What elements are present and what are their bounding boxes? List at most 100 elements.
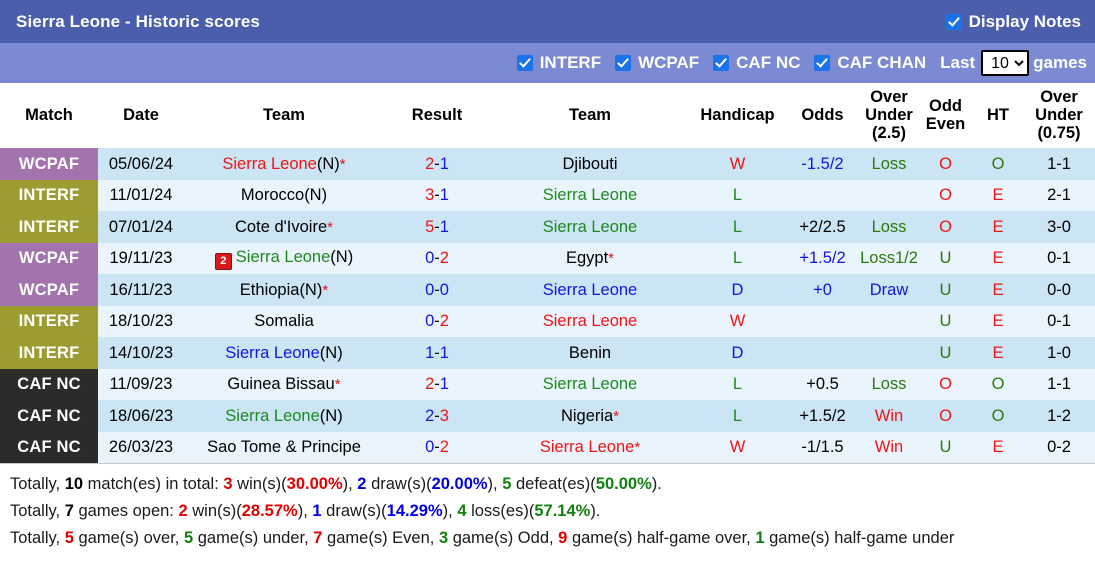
result-score[interactable]: 5-1 xyxy=(384,211,490,243)
col-match[interactable]: Match xyxy=(0,83,98,149)
filter-wcpaf[interactable]: WCPAF xyxy=(615,53,699,73)
col-date[interactable]: Date xyxy=(98,83,184,149)
wcpaf-checkbox[interactable] xyxy=(615,55,632,71)
col-odd-even[interactable]: Odd Even xyxy=(918,83,973,149)
table-row[interactable]: CAF NC 11/09/23 Guinea Bissau* 2-1 Sierra Le… xyxy=(0,368,1095,401)
result-score[interactable]: 3-1 xyxy=(384,179,490,212)
home-team-name[interactable]: Sierra Leone xyxy=(236,248,330,266)
competition-badge[interactable]: CAF NC xyxy=(0,400,98,432)
result-score[interactable]: 0-2 xyxy=(384,431,490,464)
home-team-cell[interactable]: Sierra Leone(N) xyxy=(184,400,384,432)
away-team-cell[interactable]: Djibouti xyxy=(490,148,690,180)
away-team-name[interactable]: Sierra Leone xyxy=(540,438,634,456)
handicap-value xyxy=(785,305,860,338)
competition-badge[interactable]: INTERF xyxy=(0,305,98,338)
result-score[interactable]: 0-0 xyxy=(384,274,490,306)
caf-chan-checkbox[interactable] xyxy=(814,55,831,71)
home-team-name[interactable]: Sao Tome & Principe xyxy=(207,438,361,456)
col-team-home[interactable]: Team xyxy=(184,83,384,149)
result-score[interactable]: 0-2 xyxy=(384,305,490,338)
away-team-cell[interactable]: Sierra Leone xyxy=(490,211,690,243)
table-row[interactable]: WCPAF 16/11/23 Ethiopia(N)* 0-0 Sierra Leone… xyxy=(0,274,1095,306)
home-team-name[interactable]: Guinea Bissau xyxy=(227,375,334,393)
home-team-cell[interactable]: Guinea Bissau* xyxy=(184,368,384,401)
away-team-name[interactable]: Sierra Leone xyxy=(543,281,637,299)
result-score[interactable]: 2-1 xyxy=(384,148,490,180)
away-team-cell[interactable]: Sierra Leone xyxy=(490,368,690,401)
home-team-cell[interactable]: Ethiopia(N)* xyxy=(184,274,384,306)
home-team-cell[interactable]: Morocco(N) xyxy=(184,179,384,212)
table-row[interactable]: CAF NC 26/03/23 Sao Tome & Principe 0-2 Sier… xyxy=(0,431,1095,464)
table-row[interactable]: CAF NC 18/06/23 Sierra Leone(N) 2-3 Nigeria*… xyxy=(0,400,1095,432)
s3-odd: 3 xyxy=(438,528,449,547)
win-loss-draw: L xyxy=(690,179,785,212)
away-team-cell[interactable]: Sierra Leone xyxy=(490,274,690,306)
home-team-name[interactable]: Morocco xyxy=(241,186,304,204)
result-score[interactable]: 2-1 xyxy=(384,368,490,401)
away-team-name[interactable]: Benin xyxy=(569,344,611,362)
s1-t8: ). xyxy=(651,475,662,494)
result-score[interactable]: 0-2 xyxy=(384,242,490,275)
display-notes-checkbox[interactable] xyxy=(945,13,962,30)
competition-badge[interactable]: WCPAF xyxy=(0,274,98,306)
away-team-cell[interactable]: Sierra Leone* xyxy=(490,431,690,464)
home-team-cell[interactable]: 2 Sierra Leone(N) xyxy=(184,242,384,275)
away-team-name[interactable]: Sierra Leone xyxy=(543,375,637,393)
away-team-name[interactable]: Djibouti xyxy=(562,155,617,173)
s1-t1: Totally, xyxy=(10,475,65,494)
competition-badge[interactable]: INTERF xyxy=(0,337,98,369)
competition-badge[interactable]: CAF NC xyxy=(0,431,98,464)
table-row[interactable]: INTERF 11/01/24 Morocco(N) 3-1 Sierra Leone L… xyxy=(0,179,1095,212)
away-team-cell[interactable]: Sierra Leone xyxy=(490,305,690,338)
home-team-name[interactable]: Sierra Leone xyxy=(225,344,319,362)
competition-badge[interactable]: INTERF xyxy=(0,211,98,243)
home-team-name[interactable]: Sierra Leone xyxy=(222,155,316,173)
table-row[interactable]: INTERF 07/01/24 Cote d'Ivoire* 5-1 Sierra Le… xyxy=(0,211,1095,243)
home-team-name[interactable]: Sierra Leone xyxy=(225,407,319,425)
away-team-cell[interactable]: Egypt* xyxy=(490,242,690,275)
odd-even-value: E xyxy=(973,305,1023,338)
home-team-cell[interactable]: Somalia xyxy=(184,305,384,338)
col-ht[interactable]: HT xyxy=(973,83,1023,149)
competition-badge[interactable]: INTERF xyxy=(0,179,98,212)
col-over-under-25[interactable]: Over Under (2.5) xyxy=(860,83,918,149)
col-odds[interactable]: Odds xyxy=(785,83,860,149)
display-notes-control[interactable]: Display Notes xyxy=(945,12,1081,32)
col-result[interactable]: Result xyxy=(384,83,490,149)
col-team-away[interactable]: Team xyxy=(490,83,690,149)
home-team-cell[interactable]: Cote d'Ivoire* xyxy=(184,211,384,243)
caf-nc-checkbox[interactable] xyxy=(713,55,730,71)
games-count-select[interactable]: 5102030 xyxy=(981,50,1030,76)
competition-badge[interactable]: WCPAF xyxy=(0,148,98,180)
home-team-cell[interactable]: Sao Tome & Principe xyxy=(184,431,384,464)
filter-caf-nc[interactable]: CAF NC xyxy=(713,53,800,73)
result-score[interactable]: 2-3 xyxy=(384,400,490,432)
col-handicap[interactable]: Handicap xyxy=(690,83,785,149)
home-team-cell[interactable]: Sierra Leone(N)* xyxy=(184,148,384,180)
filter-interf[interactable]: INTERF xyxy=(516,53,601,73)
away-team-name[interactable]: Egypt xyxy=(566,249,608,267)
away-team-cell[interactable]: Benin xyxy=(490,337,690,369)
away-team-name[interactable]: Sierra Leone xyxy=(543,186,637,204)
home-team-name[interactable]: Cote d'Ivoire xyxy=(235,218,327,236)
table-row[interactable]: WCPAF 19/11/23 2 Sierra Leone(N) 0-2 Egypt* L +… xyxy=(0,242,1095,275)
competition-badge[interactable]: WCPAF xyxy=(0,242,98,275)
table-row[interactable]: INTERF 18/10/23 Somalia 0-2 Sierra Leone W U E 0… xyxy=(0,305,1095,338)
home-team-name[interactable]: Ethiopia xyxy=(240,281,300,299)
away-team-cell[interactable]: Nigeria* xyxy=(490,400,690,432)
table-row[interactable]: WCPAF 05/06/24 Sierra Leone(N)* 2-1 Djibouti… xyxy=(0,148,1095,180)
col-over-under-075[interactable]: Over Under (0.75) xyxy=(1023,83,1095,149)
away-team-cell[interactable]: Sierra Leone xyxy=(490,179,690,212)
filter-caf-chan[interactable]: CAF CHAN xyxy=(814,53,926,73)
home-team-name[interactable]: Somalia xyxy=(254,312,314,330)
away-team-name[interactable]: Sierra Leone xyxy=(543,312,637,330)
away-team-name[interactable]: Nigeria xyxy=(561,407,613,425)
home-team-cell[interactable]: Sierra Leone(N) xyxy=(184,337,384,369)
s2-losses: 4 xyxy=(457,502,467,521)
away-team-name[interactable]: Sierra Leone xyxy=(543,218,637,236)
interf-checkbox[interactable] xyxy=(516,55,533,71)
result-score[interactable]: 1-1 xyxy=(384,337,490,369)
s1-t3: win(s)( xyxy=(232,475,287,494)
competition-badge[interactable]: CAF NC xyxy=(0,368,98,401)
table-row[interactable]: INTERF 14/10/23 Sierra Leone(N) 1-1 Benin D U E… xyxy=(0,337,1095,369)
